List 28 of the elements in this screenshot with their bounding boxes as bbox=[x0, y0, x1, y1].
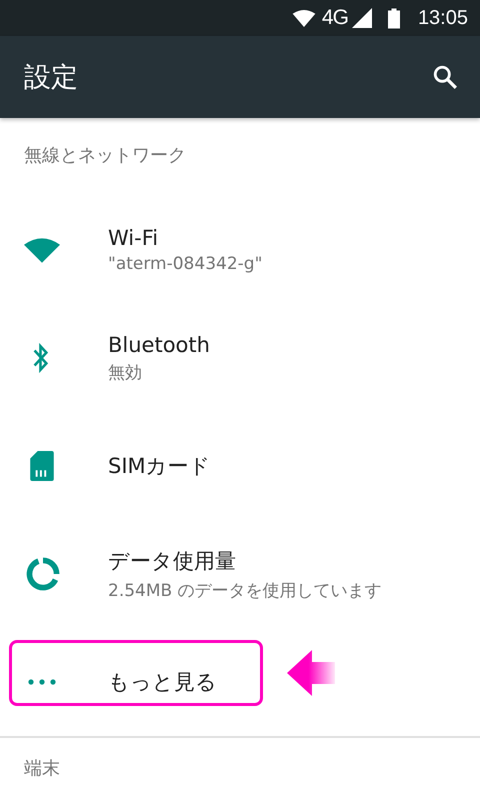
arrow-icon bbox=[287, 650, 335, 696]
network-type: 4G bbox=[322, 6, 348, 30]
item-summary: 無効 bbox=[108, 362, 143, 384]
wifi-signal-icon bbox=[292, 10, 316, 26]
item-summary: "aterm-084342-g" bbox=[108, 254, 262, 274]
item-title: Wi-Fi bbox=[108, 226, 160, 250]
bluetooth-icon bbox=[32, 343, 50, 373]
section-header: 無線とネットワーク bbox=[24, 144, 186, 167]
settings-item[interactable]: SIMカード bbox=[0, 412, 480, 520]
item-title: データ使用量 bbox=[108, 548, 237, 574]
search-icon[interactable] bbox=[432, 64, 458, 90]
item-title: SIMカード bbox=[108, 453, 211, 480]
settings-item[interactable]: データ使用量 2.54MB のデータを使用しています bbox=[0, 520, 480, 628]
item-title: もっと見る bbox=[108, 669, 217, 696]
settings-item[interactable]: Wi-Fi "aterm-084342-g" bbox=[0, 196, 480, 304]
screen-title: 設定 bbox=[24, 61, 78, 95]
settings-item[interactable]: もっと見る bbox=[0, 628, 480, 736]
section-header: 端末 bbox=[24, 757, 60, 780]
sim-card-icon bbox=[30, 451, 54, 481]
item-summary: 2.54MB のデータを使用しています bbox=[108, 580, 382, 602]
cell-signal-icon bbox=[352, 8, 372, 28]
more-icon bbox=[28, 679, 56, 685]
clock: 13:05 bbox=[418, 6, 468, 30]
item-title: Bluetooth bbox=[108, 332, 210, 356]
data-usage-icon bbox=[26, 557, 60, 591]
battery-icon bbox=[388, 8, 400, 28]
settings-item[interactable]: Bluetooth 無効 bbox=[0, 304, 480, 412]
wifi-icon bbox=[24, 237, 60, 263]
